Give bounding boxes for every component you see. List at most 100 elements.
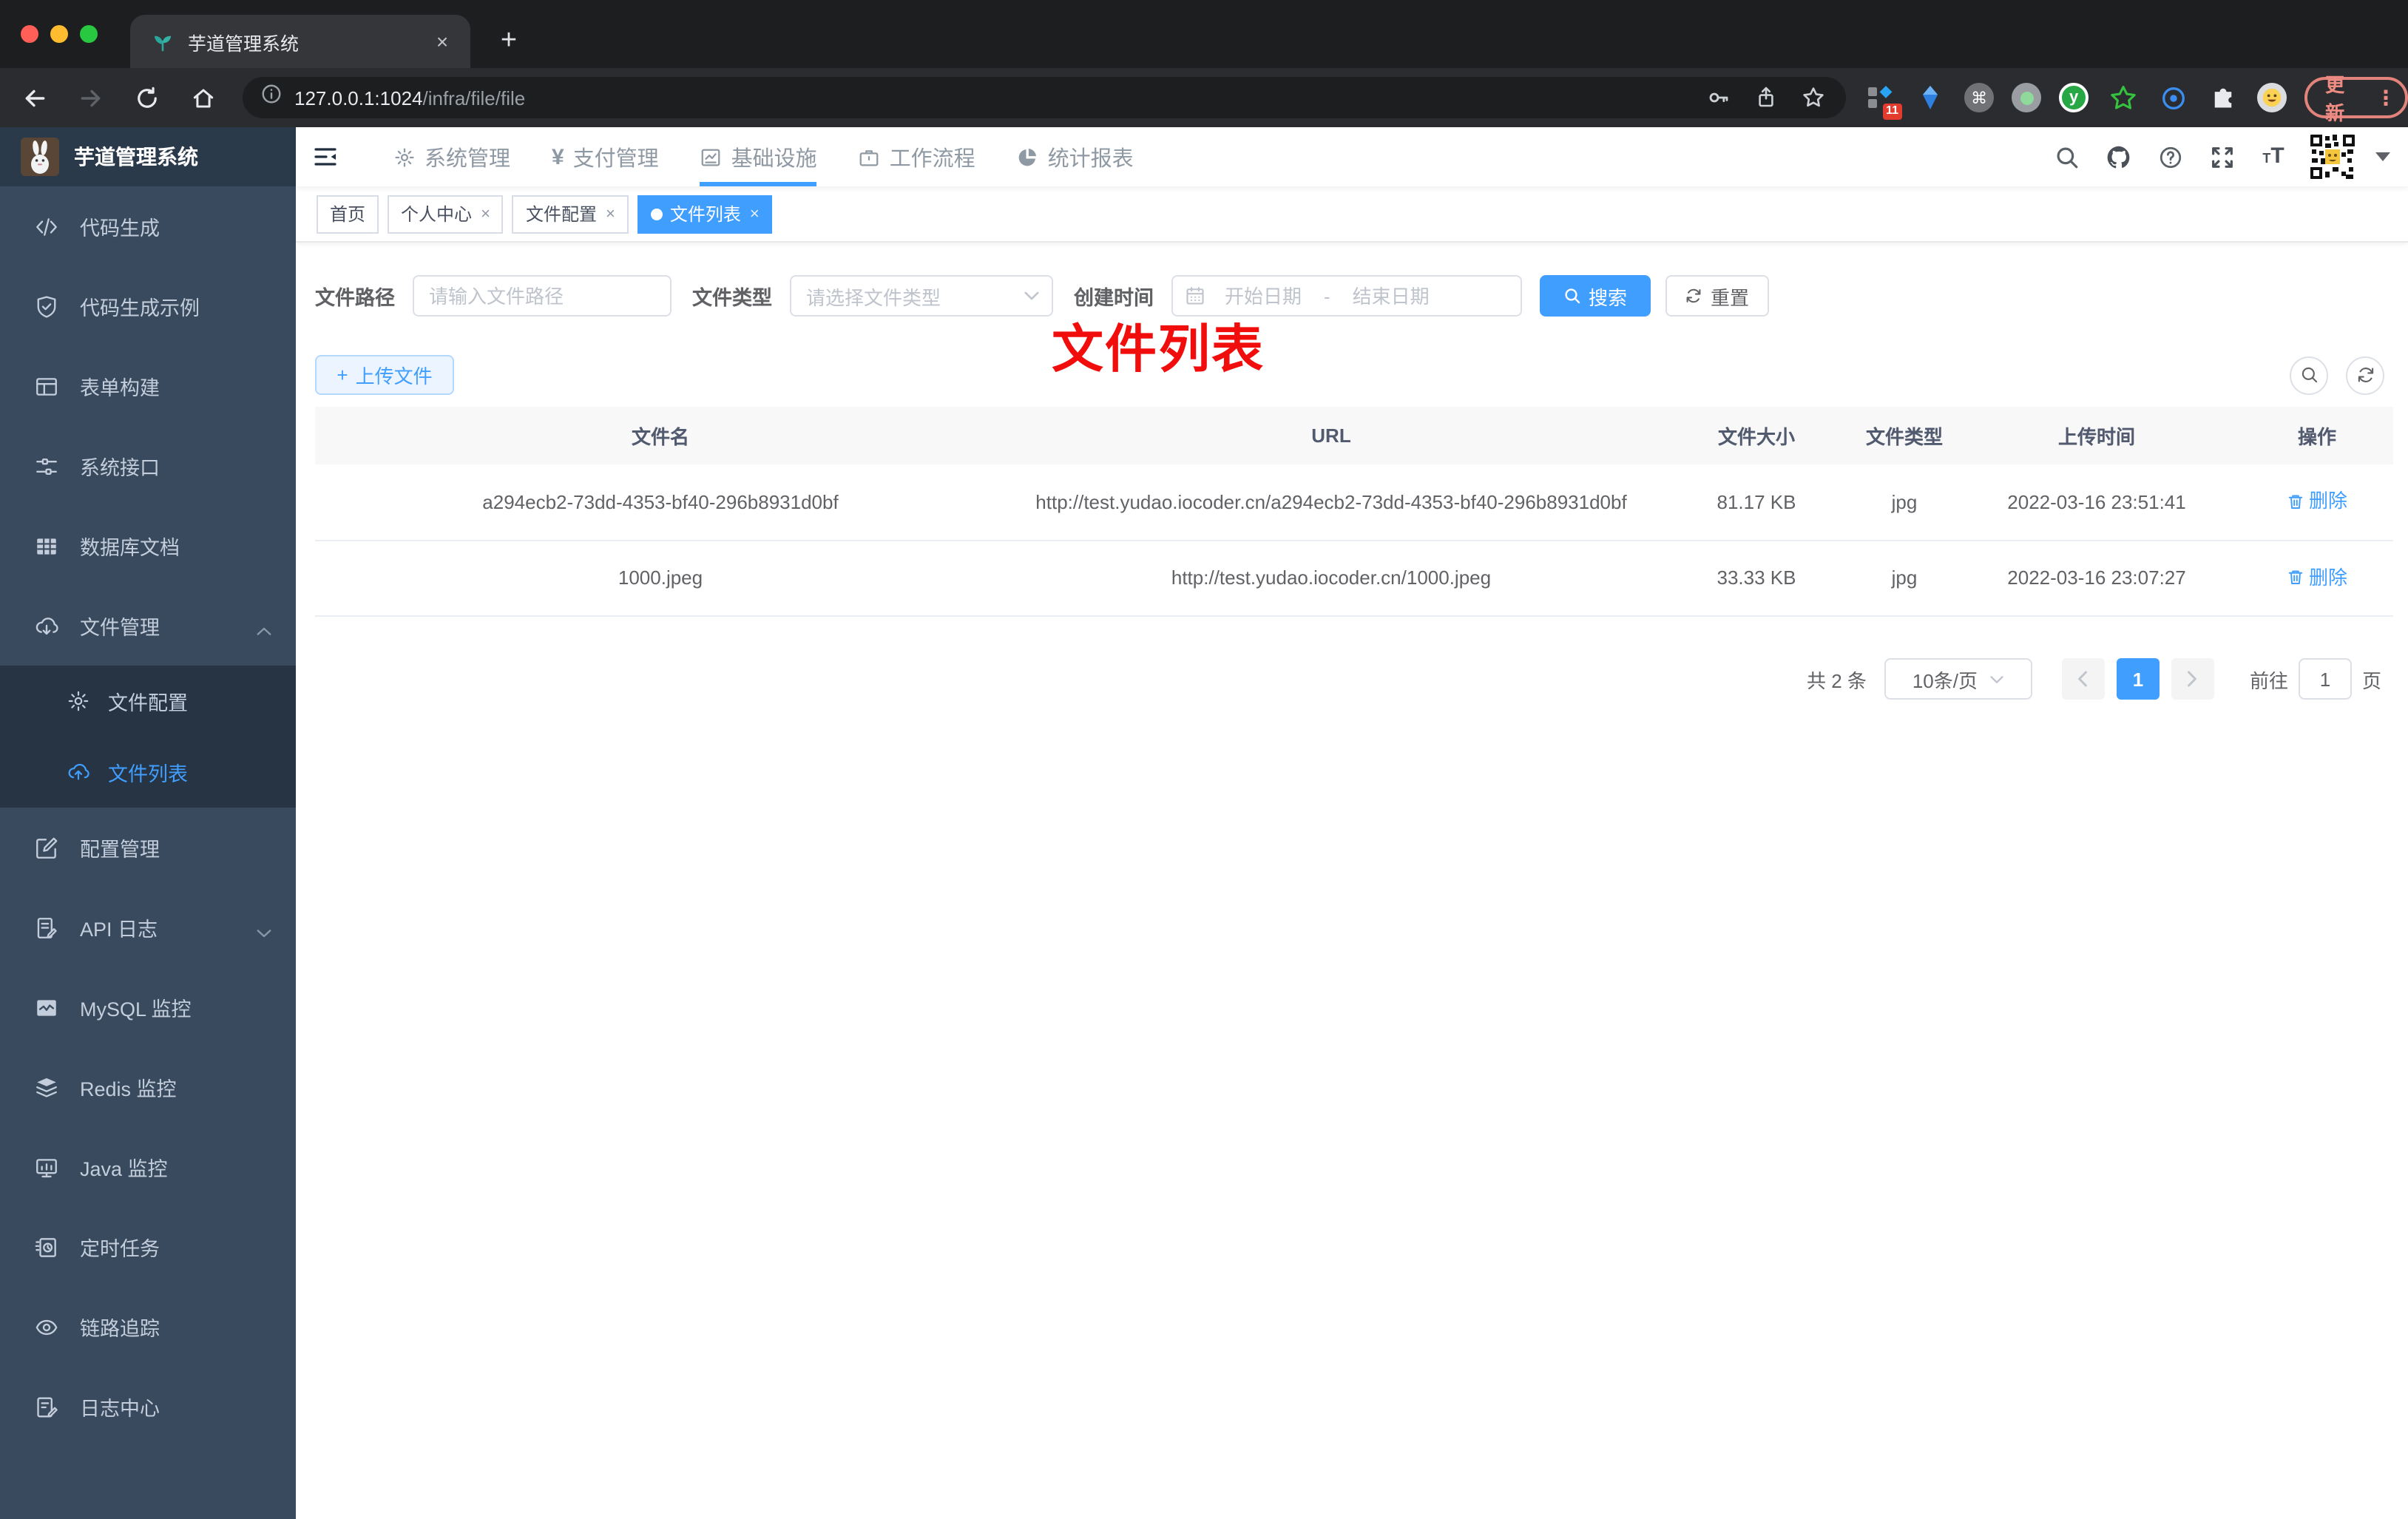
database-table-icon — [33, 532, 59, 559]
reset-button[interactable]: 重置 — [1665, 275, 1769, 317]
sidebar-item-file-management[interactable]: 文件管理 — [0, 586, 296, 666]
forward-icon[interactable] — [71, 78, 109, 117]
file-path-input[interactable] — [413, 275, 672, 317]
extension-eye-icon[interactable] — [2157, 81, 2189, 114]
back-icon[interactable] — [15, 78, 53, 117]
search-icon[interactable] — [2050, 141, 2083, 173]
site-info-icon[interactable] — [260, 83, 283, 112]
sidebar-item-config-management[interactable]: 配置管理 — [0, 808, 296, 887]
extension-star-icon[interactable] — [2106, 81, 2139, 114]
yen-icon: ¥ — [552, 144, 564, 169]
window-controls[interactable] — [21, 25, 98, 43]
home-icon[interactable] — [183, 78, 222, 117]
nav-item-reports[interactable]: 统计报表 — [1017, 127, 1134, 186]
date-range-picker[interactable]: - — [1171, 275, 1522, 317]
sidebar-item-form-builder[interactable]: 表单构建 — [0, 346, 296, 426]
url-bar[interactable]: 127.0.0.1:1024/infra/file/file — [243, 77, 1847, 118]
sidebar-collapse-icon[interactable] — [299, 127, 352, 186]
next-page-button[interactable] — [2171, 658, 2214, 700]
start-date-input[interactable] — [1205, 285, 1321, 307]
nav-item-system[interactable]: 系统管理 — [393, 127, 510, 186]
puzzle-extension-icon[interactable] — [2207, 81, 2239, 114]
chevron-left-icon — [2079, 671, 2088, 687]
tag-close-icon[interactable]: × — [606, 205, 615, 223]
cloud-upload-icon — [65, 760, 90, 785]
extension-command-icon[interactable]: ⌘ — [1964, 83, 1995, 112]
github-icon[interactable] — [2102, 141, 2134, 173]
extension-dot-icon[interactable] — [2012, 83, 2042, 112]
cell-filetype: jpg — [1856, 464, 1952, 541]
table-row[interactable]: a294ecb2-73dd-4353-bf40-296b8931d0bf htt… — [315, 464, 2393, 541]
refresh-table-button[interactable] — [2346, 356, 2384, 394]
table-header-row: 文件名 URL 文件大小 文件类型 上传时间 操作 — [315, 407, 2393, 464]
font-size-icon[interactable]: TT — [2257, 141, 2290, 173]
goto-page-input[interactable] — [2298, 658, 2352, 700]
toggle-search-button[interactable] — [2290, 356, 2328, 394]
page-number-button[interactable]: 1 — [2116, 658, 2160, 700]
chevron-up-icon — [256, 620, 272, 642]
app-title: 芋道管理系统 — [74, 145, 198, 169]
file-type-select[interactable]: 请选择文件类型 — [790, 275, 1053, 317]
avatar-qr-image[interactable] — [2309, 133, 2356, 180]
extension-gem-icon[interactable] — [1914, 81, 1947, 114]
emoji-extension-icon[interactable] — [2257, 83, 2287, 112]
prev-page-button[interactable] — [2061, 658, 2105, 700]
sidebar-item-system-api[interactable]: 系统接口 — [0, 426, 296, 506]
page-size-select[interactable]: 10条/页 — [1884, 658, 2032, 700]
fullscreen-icon[interactable] — [2205, 141, 2238, 173]
bookmark-star-icon[interactable] — [1796, 80, 1831, 115]
end-date-input[interactable] — [1333, 285, 1449, 307]
sidebar-logo[interactable]: 芋道管理系统 — [0, 127, 296, 186]
share-icon[interactable] — [1748, 80, 1784, 115]
browser-menu-dots-icon[interactable]: ⋮ — [2375, 85, 2396, 110]
sidebar-item-file-list[interactable]: 文件列表 — [0, 737, 296, 808]
caret-down-icon[interactable] — [2375, 152, 2390, 162]
sidebar-item-redis-monitor[interactable]: Redis 监控 — [0, 1047, 296, 1127]
nav-item-infrastructure[interactable]: 基础设施 — [700, 127, 817, 186]
password-key-icon[interactable] — [1701, 80, 1736, 115]
tag-profile[interactable]: 个人中心 × — [388, 194, 504, 233]
extension-diamond-icon[interactable]: 11 — [1864, 81, 1903, 120]
tag-close-icon[interactable]: × — [750, 205, 760, 223]
sidebar-item-code-example[interactable]: 代码生成示例 — [0, 266, 296, 346]
trash-icon — [2288, 570, 2303, 584]
tab-close-icon[interactable]: × — [429, 28, 456, 55]
nav-item-payment[interactable]: ¥ 支付管理 — [552, 127, 659, 186]
browser-update-button[interactable]: 更新 ⋮ — [2304, 74, 2408, 124]
chevron-down-icon — [1024, 291, 1039, 300]
reload-icon[interactable] — [127, 78, 166, 117]
chevron-down-icon — [1990, 675, 2003, 683]
tag-close-icon[interactable]: × — [481, 205, 490, 223]
delete-button[interactable]: 删除 — [2287, 487, 2347, 515]
sidebar-item-file-config[interactable]: 文件配置 — [0, 666, 296, 737]
sidebar-item-tracing[interactable]: 链路追踪 — [0, 1287, 296, 1367]
browser-tab[interactable]: 芋道管理系统 × — [130, 15, 470, 68]
new-tab-button[interactable]: + — [488, 21, 530, 62]
window-maximize-button[interactable] — [80, 25, 98, 43]
sidebar-item-java-monitor[interactable]: Java 监控 — [0, 1127, 296, 1207]
tag-home[interactable]: 首页 — [317, 194, 379, 233]
search-button[interactable]: 搜索 — [1540, 275, 1651, 317]
window-minimize-button[interactable] — [50, 25, 68, 43]
window-close-button[interactable] — [21, 25, 38, 43]
upload-file-button[interactable]: + 上传文件 — [315, 355, 454, 395]
extension-icons: 11 ⌘ y — [1864, 81, 2287, 120]
delete-button[interactable]: 删除 — [2287, 563, 2347, 591]
sidebar-item-code-generation[interactable]: 代码生成 — [0, 186, 296, 266]
sidebar-item-api-log[interactable]: API 日志 — [0, 887, 296, 967]
extension-y-icon[interactable]: y — [2059, 83, 2089, 112]
sidebar-item-scheduled-tasks[interactable]: 定时任务 — [0, 1207, 296, 1287]
sidebar-item-mysql-monitor[interactable]: MySQL 监控 — [0, 967, 296, 1047]
sidebar-item-db-doc[interactable]: 数据库文档 — [0, 506, 296, 586]
url-path: /infra/file/file — [422, 87, 526, 109]
tag-file-config[interactable]: 文件配置 × — [512, 194, 629, 233]
browser-toolbar: 127.0.0.1:1024/infra/file/file 11 ⌘ y 更新… — [0, 68, 2408, 127]
help-icon[interactable] — [2154, 141, 2186, 173]
table-row[interactable]: 1000.jpeg http://test.yudao.iocoder.cn/1… — [315, 540, 2393, 617]
cell-filename: 1000.jpeg — [315, 540, 1006, 617]
sidebar-item-log-center[interactable]: 日志中心 — [0, 1367, 296, 1447]
cell-filesize: 33.33 KB — [1657, 540, 1856, 617]
tag-file-list[interactable]: 文件列表 × — [637, 194, 773, 233]
infrastructure-chart-icon — [700, 146, 723, 168]
nav-item-workflow[interactable]: 工作流程 — [859, 127, 975, 186]
